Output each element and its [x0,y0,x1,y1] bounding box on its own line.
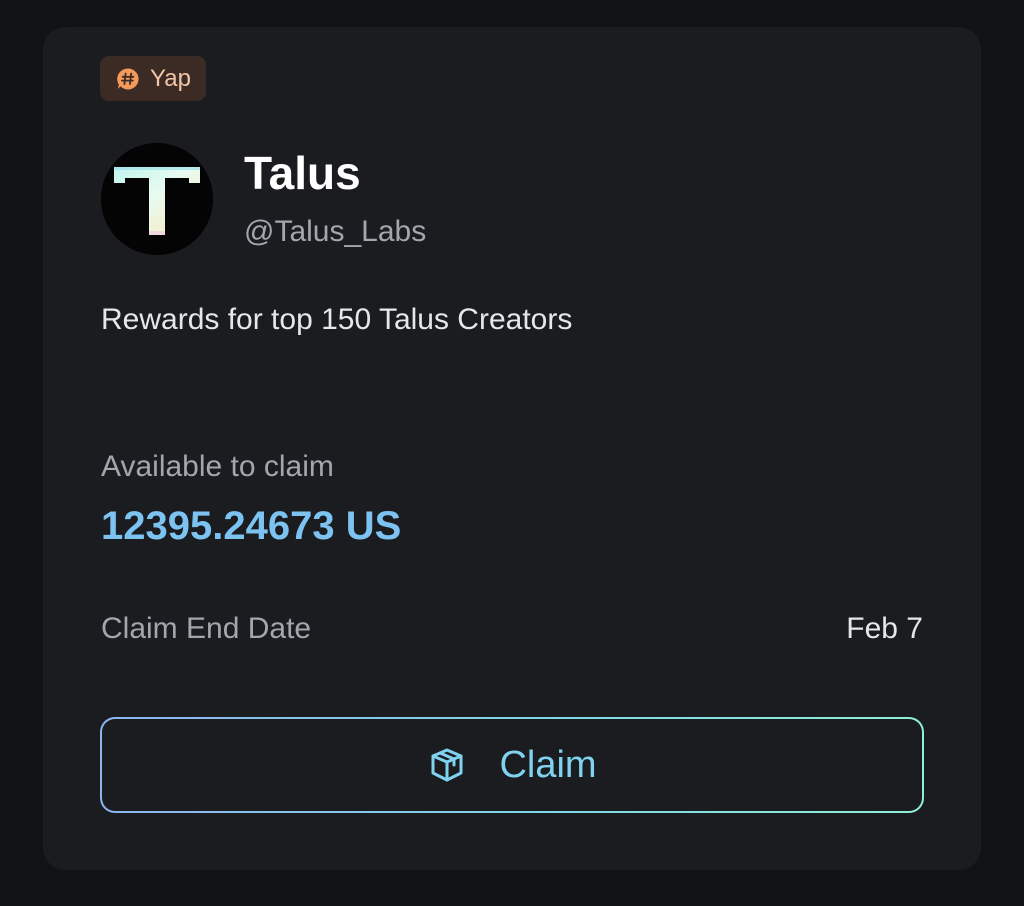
campaign-description: Rewards for top 150 Talus Creators [101,303,573,336]
end-date-value: Feb 7 [846,612,923,645]
yap-badge: Yap [100,56,206,101]
project-name: Talus [244,147,361,199]
claim-button-label: Claim [499,744,597,786]
badge-label: Yap [150,64,191,92]
talus-logo-icon [101,143,213,255]
avatar [101,143,213,255]
available-label: Available to claim [101,450,334,483]
reward-card: Yap Talus @Talus_Labs Rewards for top 15… [43,27,981,870]
box-icon [431,748,463,782]
claim-button[interactable]: Claim [100,717,924,813]
project-handle: @Talus_Labs [244,215,427,248]
end-date-label: Claim End Date [101,612,312,645]
available-amount: 12395.24673 US [101,504,402,548]
hashtag-chat-icon [117,67,139,89]
